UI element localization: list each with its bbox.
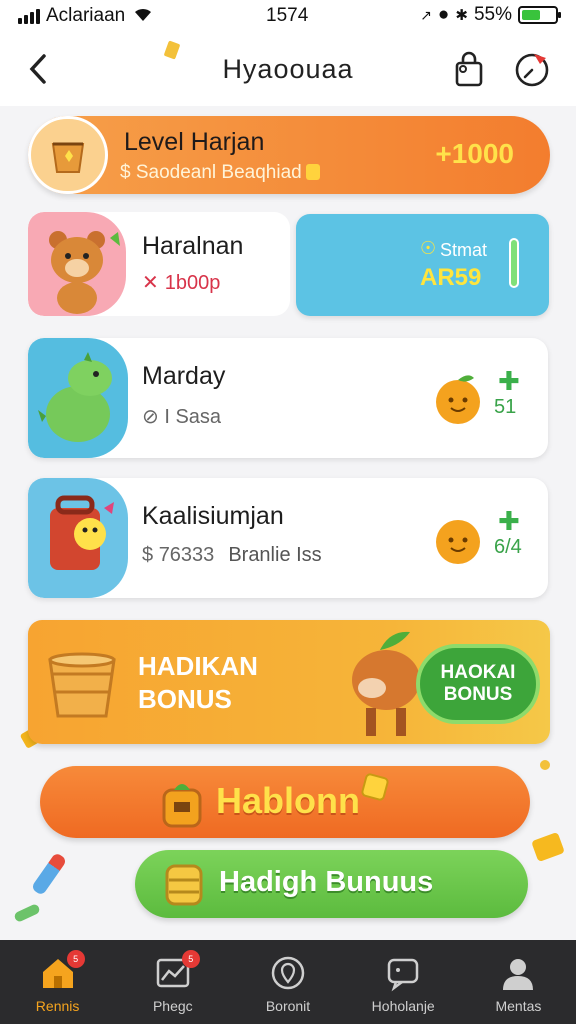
tab-label: Rennis	[35, 998, 80, 1014]
card-name: Haralnan	[142, 232, 244, 260]
bonus-title: HADIKAN BONUS	[138, 651, 258, 714]
card-subtext-secondary: Branlie Iss	[228, 544, 322, 566]
battery-percent: 55%	[473, 4, 512, 25]
notification-badge: 5	[181, 950, 200, 968]
shop-button[interactable]	[449, 49, 489, 89]
level-subtitle-text: Saodeanl Beaqhiad	[135, 162, 302, 183]
bluetooth-icon: ✱	[455, 7, 468, 24]
hadigh-bonus-button-label: Hadigh Bunuus	[219, 866, 434, 898]
tab-mentas[interactable]: Mentas	[461, 940, 576, 1024]
coin-icon	[361, 773, 389, 801]
carrier-name: Aclariaan	[46, 5, 126, 26]
tab-hoholanje[interactable]: Hoholanje	[346, 940, 461, 1024]
dinosaur-icon	[38, 352, 112, 442]
coin-icon	[305, 164, 320, 180]
battery-icon	[518, 6, 561, 24]
list-item[interactable]: Marday ⊘ I Sasa ✚ 51	[28, 338, 548, 458]
stat-value: AR59	[420, 264, 482, 291]
bear-icon	[49, 231, 120, 314]
stat-bar	[509, 238, 519, 288]
chat-icon	[384, 954, 422, 992]
fruit-count: 6/4	[494, 536, 522, 558]
stat-label: Stmat	[440, 240, 488, 260]
card-subtext: $ 76333 Branlie Iss	[142, 544, 322, 567]
notification-badge: 5	[66, 950, 85, 968]
list-item[interactable]: Kaalisiumjan $ 76333 Branlie Iss ✚ 6/4	[28, 478, 548, 598]
avatar	[28, 478, 128, 598]
bonus-banner[interactable]: HADIKAN BONUS HAOKAI BONUS	[28, 620, 550, 744]
tab-label: Mentas	[495, 998, 542, 1014]
chevron-left-icon	[29, 54, 46, 84]
card-subtext-value: I Sasa	[164, 406, 222, 428]
wifi-icon	[133, 6, 153, 27]
backpack-icon	[50, 495, 114, 570]
list-item[interactable]: Haralnan ✕ 1b00p	[28, 212, 290, 316]
level-points: +1000	[435, 138, 514, 169]
app-header: Hyaoouaa	[0, 32, 576, 106]
status-bar: Aclariaan 1574 ↗ ● ✱ 55%	[0, 0, 576, 32]
home-icon: 5	[39, 950, 85, 992]
paint-brush-icon	[30, 851, 68, 897]
bonus-pill-button[interactable]: HAOKAI BONUS	[416, 644, 540, 724]
tab-label: Boronit	[265, 998, 311, 1014]
location-icon: ↗	[420, 6, 432, 23]
hablonn-button-label: Hablonn	[216, 780, 360, 821]
shopping-bag-icon	[455, 51, 483, 87]
ban-icon: ⊘	[142, 406, 165, 428]
card-subtext-value: 76333	[158, 544, 215, 566]
bucket-icon	[28, 116, 108, 194]
plus-icon: ✚	[498, 366, 520, 396]
confetti-piece	[540, 760, 550, 770]
tab-phegc[interactable]: 5 Phegc	[115, 940, 230, 1024]
history-button[interactable]	[512, 49, 552, 89]
back-button[interactable]	[24, 50, 54, 88]
card-subtext: ✕ 1b00p	[142, 270, 220, 295]
chart-icon: 5	[154, 950, 200, 992]
card-name: Kaalisiumjan	[142, 502, 284, 530]
treasure-jar-icon	[162, 784, 202, 828]
avatar	[28, 212, 126, 316]
bottom-tab-bar: 5 Rennis 5 Phegc Boronit Hoholanje Menta…	[0, 940, 576, 1024]
orange-fruit-icon	[432, 370, 484, 426]
page-title: Hyaoouaa	[222, 53, 354, 84]
plus-icon: ✚	[498, 506, 520, 536]
fruit-count: 51	[494, 396, 517, 418]
tab-boronit[interactable]: Boronit	[230, 940, 345, 1024]
hablonn-button[interactable]: Hablonn	[40, 766, 530, 838]
confetti-piece	[13, 902, 41, 924]
dollar-icon: $	[120, 162, 136, 183]
avatar	[28, 338, 128, 458]
confetti-piece	[531, 831, 565, 863]
location-pin-icon	[269, 954, 307, 992]
card-name: Marday	[142, 362, 226, 390]
gold-barrel-icon	[165, 864, 203, 906]
hadigh-bonus-button[interactable]: Hadigh Bunuus	[135, 850, 528, 918]
search-icon: ☉	[420, 238, 437, 258]
alarm-icon: ●	[437, 4, 450, 25]
dollar-icon: $	[142, 544, 159, 566]
orange-fruit-icon	[432, 510, 484, 566]
level-subtitle: $ Saodeanl Beaqhiad	[120, 162, 320, 184]
bucket-icon	[48, 652, 116, 718]
tab-label: Phegc	[152, 998, 193, 1014]
tab-label: Hoholanje	[371, 998, 435, 1014]
signal-icon	[18, 8, 40, 24]
tab-rennis[interactable]: 5 Rennis	[0, 940, 115, 1024]
user-icon	[499, 954, 537, 992]
stat-card[interactable]: ☉ Stmat AR59	[296, 214, 549, 316]
clock-time: 1574	[266, 5, 309, 26]
card-subtext-value: 1b00p	[164, 272, 221, 294]
close-icon: ✕	[142, 272, 159, 294]
level-title: Level Harjan	[124, 128, 265, 156]
card-subtext: ⊘ I Sasa	[142, 404, 221, 429]
timer-icon	[515, 53, 549, 87]
level-banner[interactable]: Level Harjan $ Saodeanl Beaqhiad +1000	[28, 116, 550, 194]
